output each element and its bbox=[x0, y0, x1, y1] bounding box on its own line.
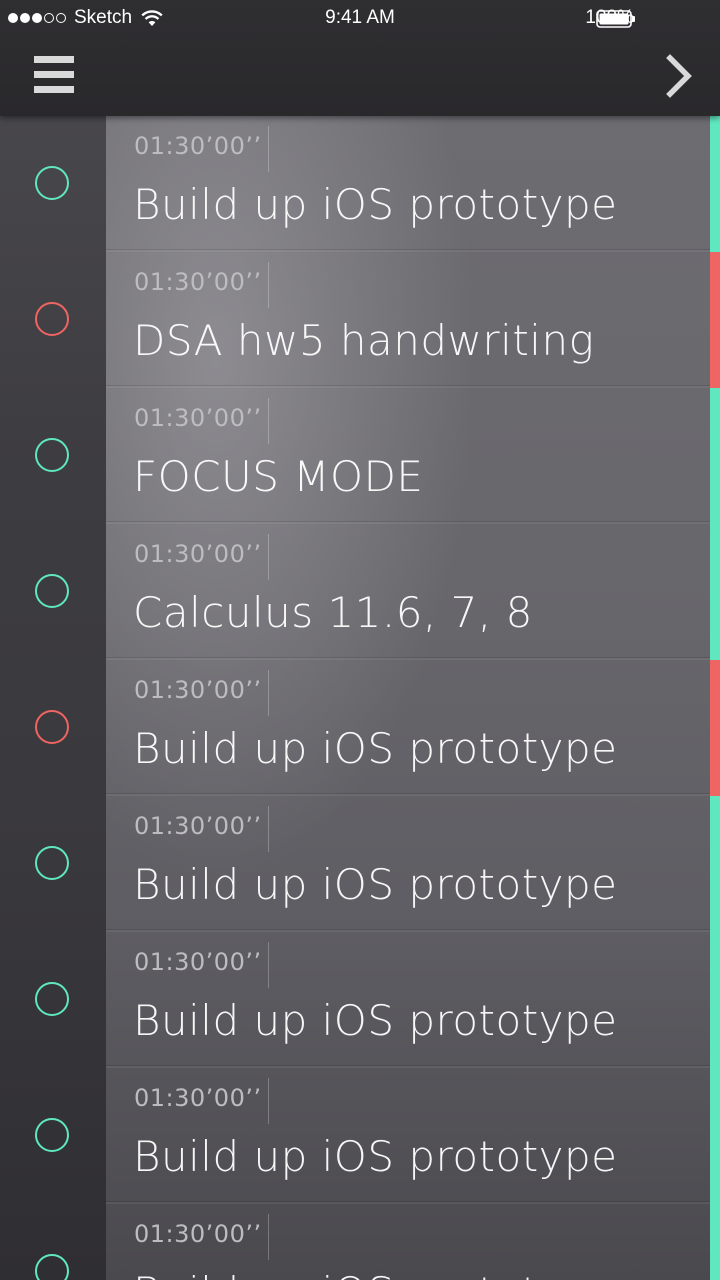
task-duration: 01:30’00’’ bbox=[134, 1084, 262, 1112]
task-status-bar bbox=[710, 660, 720, 796]
nav-bar bbox=[0, 38, 720, 116]
task-status-circle-icon[interactable] bbox=[35, 1118, 69, 1152]
task-title: Build up iOS prototype bbox=[133, 724, 618, 773]
duration-divider bbox=[268, 670, 269, 716]
task-duration: 01:30’00’’ bbox=[134, 540, 262, 568]
task-title: Build up iOS prototype bbox=[133, 1268, 618, 1280]
task-row[interactable]: 01:30’00’’ Build up iOS prototype bbox=[0, 1068, 720, 1204]
task-status-bar bbox=[710, 252, 720, 388]
task-duration: 01:30’00’’ bbox=[134, 676, 262, 704]
task-duration: 01:30’00’’ bbox=[134, 812, 262, 840]
task-status-bar bbox=[710, 1204, 720, 1280]
task-status-circle-icon[interactable] bbox=[35, 846, 69, 880]
task-duration: 01:30’00’’ bbox=[134, 132, 262, 160]
task-title: Build up iOS prototype bbox=[133, 860, 618, 909]
task-status-circle-icon[interactable] bbox=[35, 710, 69, 744]
duration-divider bbox=[268, 398, 269, 444]
task-title: FOCUS MODE bbox=[133, 452, 424, 501]
task-title: Calculus 11.6, 7, 8 bbox=[133, 588, 533, 637]
app-screen: Sketch 9:41 AM 100% bbox=[0, 0, 720, 1280]
task-row[interactable]: 01:30’00’’ Build up iOS prototype bbox=[0, 796, 720, 932]
duration-divider bbox=[268, 262, 269, 308]
task-title: Build up iOS prototype bbox=[133, 1132, 618, 1181]
task-status-bar bbox=[710, 796, 720, 932]
task-status-bar bbox=[710, 388, 720, 524]
duration-divider bbox=[268, 806, 269, 852]
task-duration: 01:30’00’’ bbox=[134, 948, 262, 976]
task-row[interactable]: 01:30’00’’ DSA hw5 handwriting bbox=[0, 252, 720, 388]
task-row[interactable]: 01:30’00’’ Calculus 11.6, 7, 8 bbox=[0, 524, 720, 660]
task-title: Build up iOS prototype bbox=[133, 996, 618, 1045]
task-row[interactable]: 01:30’00’’ Build up iOS prototype bbox=[0, 1204, 720, 1280]
hamburger-menu-icon[interactable] bbox=[34, 56, 74, 98]
battery-icon bbox=[596, 10, 635, 28]
task-row[interactable]: 01:30’00’’ Build up iOS prototype bbox=[0, 116, 720, 252]
task-status-circle-icon[interactable] bbox=[35, 438, 69, 472]
task-status-bar bbox=[710, 524, 720, 660]
task-status-circle-icon[interactable] bbox=[35, 302, 69, 336]
duration-divider bbox=[268, 1214, 269, 1260]
task-row[interactable]: 01:30’00’’ FOCUS MODE bbox=[0, 388, 720, 524]
task-status-circle-icon[interactable] bbox=[35, 1254, 69, 1280]
task-status-circle-icon[interactable] bbox=[35, 982, 69, 1016]
task-status-circle-icon[interactable] bbox=[35, 574, 69, 608]
task-row[interactable]: 01:30’00’’ Build up iOS prototype bbox=[0, 660, 720, 796]
duration-divider bbox=[268, 942, 269, 988]
duration-divider bbox=[268, 126, 269, 172]
task-status-bar bbox=[710, 932, 720, 1068]
task-duration: 01:30’00’’ bbox=[134, 268, 262, 296]
chevron-right-icon[interactable] bbox=[662, 54, 696, 98]
duration-divider bbox=[268, 534, 269, 580]
task-title: Build up iOS prototype bbox=[133, 180, 618, 229]
task-status-bar bbox=[710, 116, 720, 252]
task-duration: 01:30’00’’ bbox=[134, 1220, 262, 1248]
task-status-circle-icon[interactable] bbox=[35, 166, 69, 200]
task-row[interactable]: 01:30’00’’ Build up iOS prototype bbox=[0, 932, 720, 1068]
task-title: DSA hw5 handwriting bbox=[133, 316, 595, 365]
task-list: 01:30’00’’ Build up iOS prototype 01:30’00… bbox=[0, 116, 720, 1280]
task-status-bar bbox=[710, 1068, 720, 1204]
duration-divider bbox=[268, 1078, 269, 1124]
status-bar: Sketch 9:41 AM 100% bbox=[0, 0, 720, 38]
task-duration: 01:30’00’’ bbox=[134, 404, 262, 432]
header: Sketch 9:41 AM 100% bbox=[0, 0, 720, 116]
